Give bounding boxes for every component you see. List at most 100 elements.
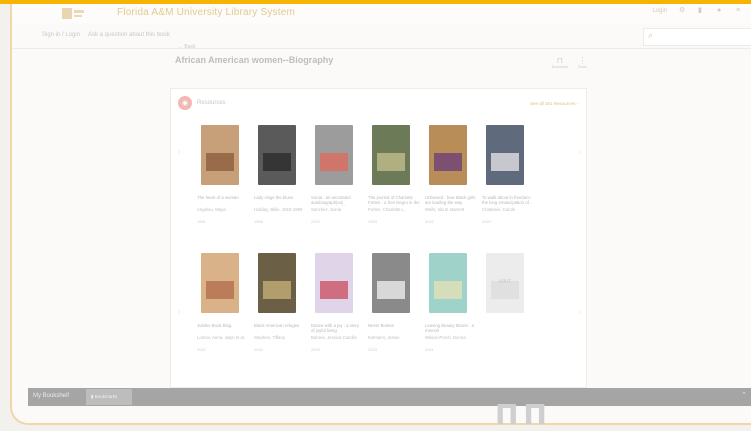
book-card[interactable]: Never Broken Kelmann, Jessie 2023 (368, 253, 420, 352)
book-title[interactable]: To walk about in freedom : the long eman… (482, 195, 534, 206)
book-cover[interactable] (201, 125, 239, 185)
book-card[interactable]: Leaving Beauty Brown : a memoir Wilson-Po… (425, 253, 477, 352)
book-title[interactable]: Black American refugee (254, 323, 306, 334)
book-cover[interactable] (372, 125, 410, 185)
header-utilities: Login ⚙ ▮ ● ≡ (652, 7, 743, 14)
site-header: Florida A&M University Library System Lo… (12, 4, 751, 23)
back-link[interactable]: ← Back (178, 44, 196, 50)
resources-header: ◉ Resources (178, 96, 226, 110)
cover-placeholder-text: WAIT (498, 279, 512, 285)
search-input[interactable]: ⌕ (643, 28, 751, 46)
sign-in-link[interactable]: Sign in / Login (42, 32, 80, 38)
resources-icon: ◉ (178, 96, 192, 110)
menu-icon[interactable]: ≡ (736, 7, 743, 14)
book-year: 2021 (425, 347, 434, 352)
carousel-next-icon[interactable]: › (575, 149, 585, 156)
book-cover[interactable] (201, 253, 239, 313)
sub-navigation: Sign in / Login Ask a question about thi… (12, 23, 751, 49)
login-link[interactable]: Login (652, 8, 667, 14)
book-cover[interactable] (258, 125, 296, 185)
search-icon: ⌕ (648, 30, 654, 40)
book-cover[interactable] (258, 253, 296, 313)
book-title[interactable]: Leaving Beauty Brown : a memoir (425, 323, 477, 334)
share-button[interactable]: ⋮ Share (578, 56, 587, 69)
book-card[interactable]: To walk about in freedom : the long eman… (482, 125, 534, 224)
book-author: Stephen, Tiffany (254, 335, 285, 340)
bookshelf-label: My Bookshelf (33, 393, 70, 399)
book-card[interactable]: Lady sings the blues Holiday, Billie, 191… (254, 125, 306, 224)
bookmark-icon: ⊓ (556, 56, 563, 65)
book-title[interactable]: Sonia : an annotated autobiographical ma… (311, 195, 363, 206)
carousel-prev-icon[interactable]: ‹ (174, 309, 184, 316)
bookmark-icon[interactable]: ▮ (698, 7, 705, 14)
book-title[interactable]: Unbowed : how Black girls are leading th… (425, 195, 477, 206)
chevron-up-icon[interactable]: ⌃ (741, 391, 747, 399)
book-card[interactable]: Black American refugee Stephen, Tiffany 20… (254, 253, 306, 352)
book-author: Chatelain, Carole (482, 207, 516, 212)
book-title[interactable]: Never Broken (368, 323, 420, 334)
site-title[interactable]: Florida A&M University Library System (117, 7, 295, 18)
book-cover[interactable] (315, 125, 353, 185)
book-author: Sanchez, Sonia (311, 207, 342, 212)
book-year: 2022 (482, 219, 491, 224)
carousel-next-icon[interactable]: › (575, 309, 585, 316)
book-title[interactable]: Jubilee Book Blog (197, 323, 249, 334)
book-author: Forten, Charlotte L. (368, 207, 406, 212)
bookmarks-tab[interactable]: ▮ Bookmarks (86, 389, 132, 405)
book-author: Barnes, Jessica Camille (311, 335, 357, 340)
book-author: Kelmann, Jessie (368, 335, 400, 340)
book-cover-art (377, 281, 405, 299)
book-cover[interactable] (429, 253, 467, 313)
book-cover-art (491, 153, 519, 171)
library-logo-icon[interactable] (58, 6, 88, 21)
book-year: 2022 (425, 219, 434, 224)
book-cover[interactable] (315, 253, 353, 313)
settings-icon[interactable]: ⚙ (679, 7, 686, 14)
book-card[interactable]: The heart of a woman Angelou, Maya 1981 (197, 125, 249, 224)
book-author: Angelou, Maya (197, 207, 226, 212)
back-label: Back (184, 44, 196, 50)
book-year: 1953 (368, 219, 377, 224)
page-title: African American women--Biography (175, 55, 334, 65)
book-year: 2023 (368, 347, 377, 352)
background-watermark: ПП (495, 398, 552, 431)
book-title[interactable] (482, 323, 534, 334)
book-card[interactable]: Jubilee Book Blog Lomax, Anna, Jalyn et a… (197, 253, 249, 352)
carousel-prev-icon[interactable]: ‹ (174, 149, 184, 156)
book-cover[interactable] (372, 253, 410, 313)
book-author: Lomax, Anna, Jalyn et al. (197, 335, 246, 340)
book-cover-art (320, 281, 348, 299)
bookmarks-tab-label: Bookmarks (94, 394, 118, 399)
book-title[interactable]: Dance with a joy : a story of joyful liv… (311, 323, 363, 334)
book-cover[interactable] (486, 125, 524, 185)
book-cover[interactable] (429, 125, 467, 185)
book-title[interactable]: The journal of Charlotte Forten : a free… (368, 195, 420, 206)
book-cover-art (206, 153, 234, 171)
bookshelf-bar[interactable]: My Bookshelf ▮ Bookmarks ⌃ (28, 388, 751, 406)
user-icon[interactable]: ● (717, 7, 724, 14)
book-card[interactable]: Unbowed : how Black girls are leading th… (425, 125, 477, 224)
book-author (482, 335, 534, 346)
share-label: Share (577, 65, 588, 69)
see-all-link[interactable]: See all 161 Resources › (530, 101, 578, 106)
book-cover-art (434, 153, 462, 171)
book-year: 2010 (311, 219, 320, 224)
book-year: 2023 (311, 347, 320, 352)
book-cover-art (263, 153, 291, 171)
book-card[interactable]: Sonia : an annotated autobiographical ma… (311, 125, 363, 224)
ask-question-link[interactable]: Ask a question about this book (88, 32, 170, 38)
book-cover-art (320, 153, 348, 171)
book-title[interactable]: Lady sings the blues (254, 195, 306, 206)
book-year: 1956 (254, 219, 263, 224)
book-year: 1981 (197, 219, 206, 224)
book-card[interactable]: WAIT (482, 253, 534, 347)
book-cover-art (434, 281, 462, 299)
book-cover-art (377, 153, 405, 171)
book-card[interactable]: The journal of Charlotte Forten : a free… (368, 125, 420, 224)
bookmark-button[interactable]: ⊓ Bookmark (552, 56, 568, 69)
book-cover[interactable]: WAIT (486, 253, 524, 313)
book-author: Wells, Ida B. Barnett (425, 207, 465, 212)
book-card[interactable]: Dance with a joy : a story of joyful liv… (311, 253, 363, 352)
book-title[interactable]: The heart of a woman (197, 195, 249, 206)
bookmark-label: Bookmark (552, 65, 568, 69)
